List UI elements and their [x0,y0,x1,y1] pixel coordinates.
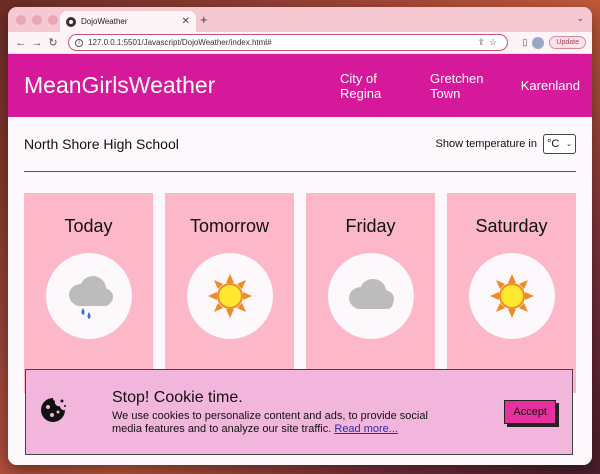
browser-window: DojoWeather ✕ + ⌄ ← → ↻ i 127.0.0.1:5501… [8,7,592,465]
forecast-day: Today [64,216,113,236]
weather-icon-circle [45,253,132,339]
nav-link-karenland[interactable]: Karenland [520,78,580,93]
forecast-card: Saturday [447,193,576,393]
forecast-card: Tomorrow [165,193,294,393]
weather-icon-circle [327,253,414,339]
accept-button[interactable]: Accept [504,400,556,424]
cookie-body: We use cookies to personalize content an… [112,410,442,436]
chevron-down-icon: ⌄ [566,141,572,148]
sun-icon [207,274,252,318]
tab-strip: DojoWeather ✕ + ⌄ [8,7,592,32]
forecast-day: Friday [345,216,396,236]
tab-close-icon[interactable]: ✕ [182,16,190,27]
back-icon[interactable]: ← [14,37,28,49]
weather-icon-circle [186,253,273,339]
window-controls [16,15,58,25]
nav-link-city-of-regina[interactable]: City of Regina [340,71,396,101]
temperature-unit-select[interactable]: °C ⌄ [543,134,576,154]
tab-list-chevron-icon[interactable]: ⌄ [576,13,584,24]
weather-icon-circle [468,253,555,339]
cloud-icon [348,279,394,309]
sun-icon [489,274,534,318]
cookie-text: Stop! Cookie time. We use cookies to per… [112,389,504,436]
reload-icon[interactable]: ↻ [46,36,60,49]
forecast-day: Tomorrow [189,216,269,236]
temperature-unit-label: Show temperature in [435,138,538,150]
forecast-day: Saturday [475,216,548,236]
temperature-unit-control: Show temperature in °C ⌄ [435,134,576,154]
forecast-cards: Today Tomorrow Friday Saturday [24,193,576,393]
share-and-bookmark-icons[interactable]: ⇪☆ [477,37,501,48]
tab-title: DojoWeather [81,17,128,26]
maximize-window-icon[interactable] [48,15,58,25]
forward-icon[interactable]: → [30,37,44,49]
forecast-card: Friday [306,193,435,393]
location-title: North Shore High School [24,136,179,152]
main-content: North Shore High School Show temperature… [8,117,592,393]
close-window-icon[interactable] [16,15,26,25]
read-more-link[interactable]: Read more... [334,423,398,435]
browser-tab[interactable]: DojoWeather ✕ [60,11,196,32]
site-nav: City of Regina Gretchen Town Karenland [340,71,580,101]
profile-avatar[interactable] [532,36,545,49]
location-row: North Shore High School Show temperature… [24,117,576,172]
forecast-card: Today [24,193,153,393]
page-viewport: MeanGirlsWeather City of Regina Gretchen… [8,54,592,465]
url-text[interactable]: 127.0.0.1:5501/Javascript/DojoWeather/in… [88,38,477,47]
cookie-banner: Stop! Cookie time. We use cookies to per… [25,369,573,455]
minimize-window-icon[interactable] [32,15,42,25]
new-tab-button[interactable]: + [200,12,208,27]
site-header: MeanGirlsWeather City of Regina Gretchen… [8,54,592,117]
toolbar-right: ▯ Update [522,36,586,49]
browser-toolbar: ← → ↻ i 127.0.0.1:5501/Javascript/DojoWe… [8,32,592,54]
address-bar[interactable]: i 127.0.0.1:5501/Javascript/DojoWeather/… [68,34,508,51]
site-info-icon[interactable]: i [75,38,83,47]
cookie-icon [38,395,72,430]
nav-link-gretchen-town[interactable]: Gretchen Town [430,71,486,101]
sidebar-icon[interactable]: ▯ [522,37,527,48]
cookie-title: Stop! Cookie time. [112,388,243,406]
favicon-icon [66,16,76,27]
update-button[interactable]: Update [549,36,586,49]
rain-cloud-icon [68,276,113,319]
temperature-unit-value: °C [547,138,560,150]
site-brand[interactable]: MeanGirlsWeather [24,72,340,99]
